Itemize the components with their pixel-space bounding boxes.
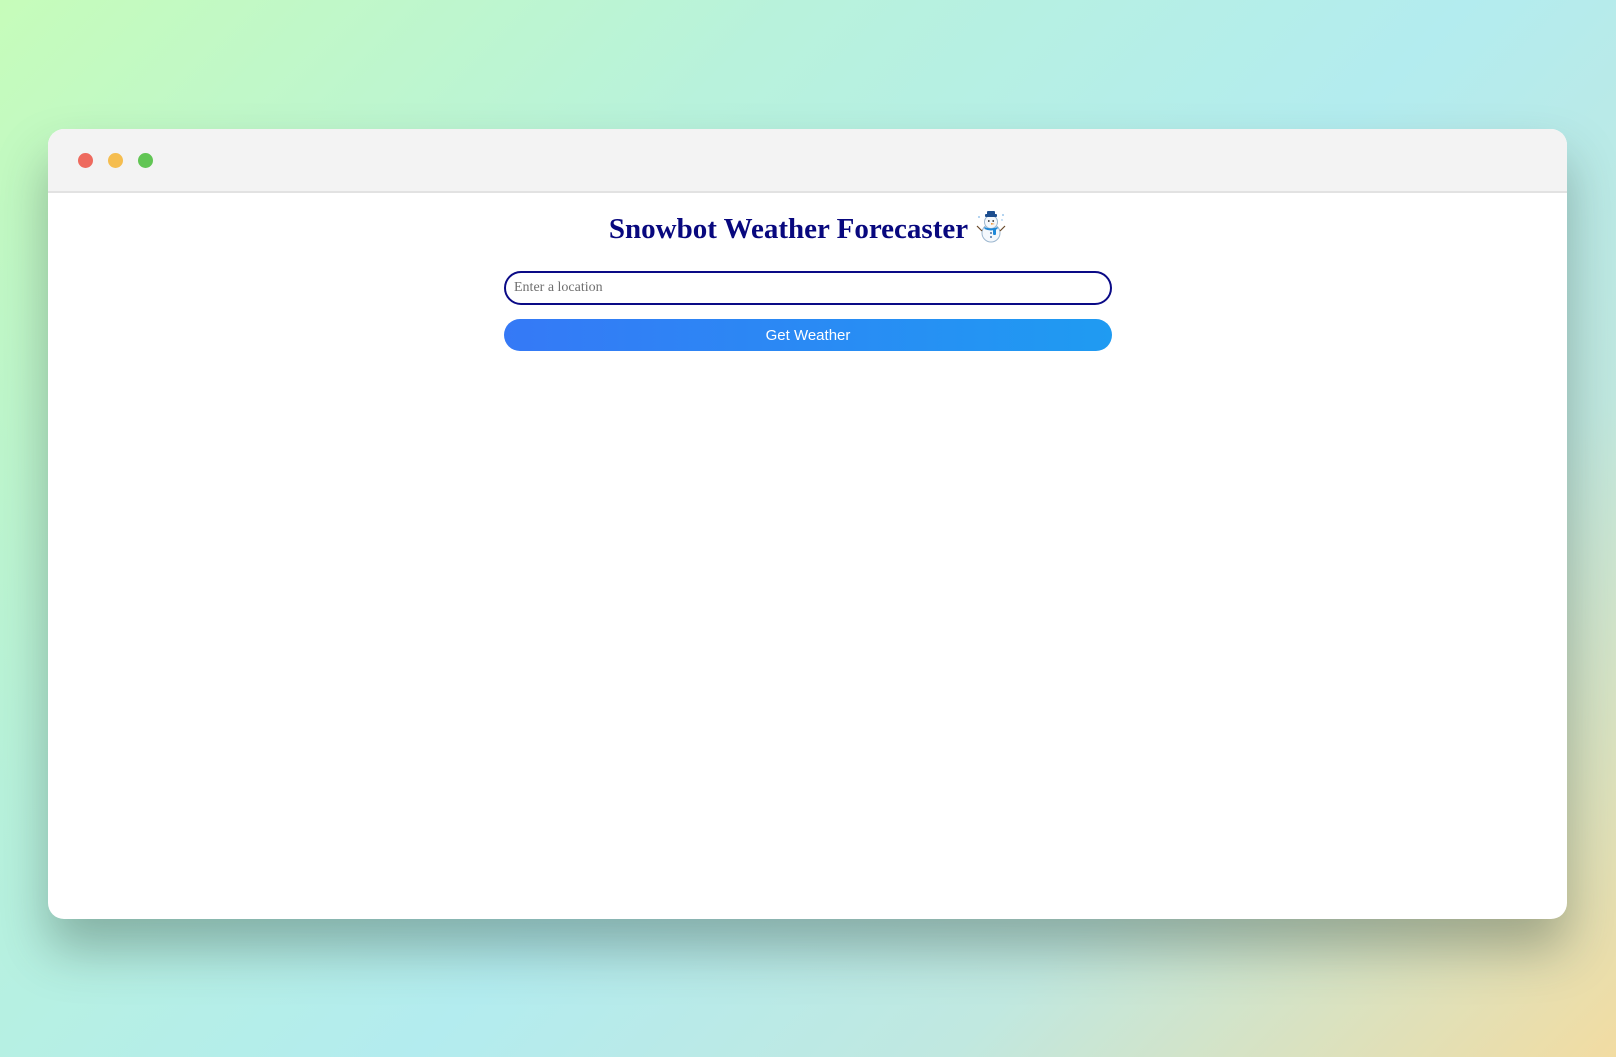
snowman-icon [976, 211, 1006, 243]
minimize-window-button[interactable] [108, 153, 123, 168]
page-title: Snowbot Weather Forecaster [608, 213, 969, 245]
get-weather-button[interactable]: Get Weather [504, 319, 1112, 351]
close-window-button[interactable] [78, 153, 93, 168]
maximize-window-button[interactable] [138, 153, 153, 168]
app-content: Snowbot Weather Forecaster Enter a locat… [48, 193, 1567, 919]
window-titlebar [48, 129, 1567, 193]
browser-window: Snowbot Weather Forecaster Enter a locat… [48, 129, 1567, 919]
location-search-input[interactable] [504, 271, 1112, 305]
page-title-row: Snowbot Weather Forecaster [48, 211, 1567, 247]
